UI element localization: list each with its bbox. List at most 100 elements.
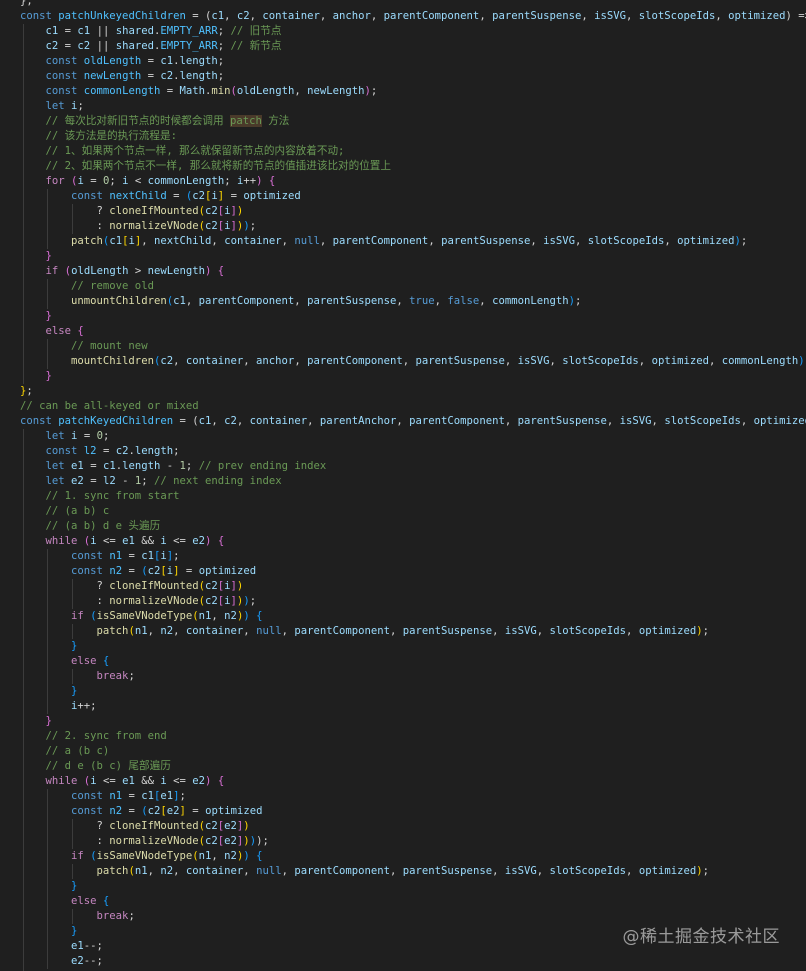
code-token: , — [504, 355, 518, 367]
code-token: const — [45, 85, 78, 97]
code-token: = — [160, 85, 180, 97]
code-token: parentSuspense — [492, 10, 582, 22]
code-token: - — [115, 475, 135, 487]
code-token: , — [536, 865, 550, 877]
code-token: c2 — [77, 40, 91, 52]
code-token: = — [83, 475, 103, 487]
code-token: ) — [243, 820, 250, 832]
code-line: break; — [0, 669, 806, 684]
code-token: = — [58, 40, 78, 52]
code-token: optimized — [638, 865, 697, 877]
code-token: , — [626, 10, 639, 22]
code-token: // 2、如果两个节点不一样, 那么就将新的节点的值插进该比对的位置上 — [45, 160, 391, 172]
code-token: // (a b) d e 头遍历 — [45, 520, 161, 532]
code-token: else — [71, 655, 97, 667]
code-token: , — [243, 865, 257, 877]
code-token: ? — [20, 820, 110, 832]
code-token: // can be all-keyed or mixed — [20, 400, 199, 412]
code-token: normalizeVNode — [109, 595, 199, 607]
code-token: , — [319, 10, 333, 22]
code-token: , — [708, 355, 722, 367]
code-token: , — [479, 10, 493, 22]
code-token: : — [20, 835, 110, 847]
code-line: // 1. sync from start — [0, 489, 806, 504]
code-token: const — [20, 10, 52, 22]
code-token: // a (b c) — [45, 745, 110, 757]
code-token: c2 — [160, 355, 174, 367]
code-token: shared — [115, 25, 154, 37]
code-token: { — [249, 610, 263, 622]
code-token: { — [96, 895, 110, 907]
code-token: while — [45, 535, 78, 547]
code-token: while — [45, 775, 78, 787]
code-token: const — [71, 550, 103, 562]
code-token: container — [224, 235, 282, 247]
code-line: const patchUnkeyedChildren = (c1, c2, co… — [0, 9, 806, 24]
code-token: c1 — [211, 10, 225, 22]
code-line: const commonLength = Math.min(oldLength,… — [0, 84, 806, 99]
code-token: ; — [217, 25, 231, 37]
code-line: const nextChild = (c2[i] = optimized — [0, 189, 806, 204]
code-token: , — [504, 415, 518, 427]
code-token: , — [294, 85, 308, 97]
code-token: e2 — [224, 835, 237, 847]
code-token: , — [492, 625, 505, 637]
code-line: mountChildren(c2, container, anchor, par… — [0, 354, 806, 369]
code-token: ; — [249, 220, 257, 232]
code-token: } — [45, 310, 52, 322]
code-token: , — [236, 415, 250, 427]
code-token: ; — [141, 475, 155, 487]
code-token: e2 — [192, 535, 206, 547]
code-token: c2 — [204, 595, 218, 607]
code-line: patch(c1[i], nextChild, container, null,… — [0, 234, 806, 249]
code-token: <= — [166, 775, 193, 787]
code-token: const — [71, 805, 103, 817]
code-token: let — [45, 460, 65, 472]
code-token: optimized — [205, 805, 263, 817]
code-token: ; — [173, 550, 180, 562]
code-line: c2 = c2 || shared.EMPTY_ARR; // 新节点 — [0, 39, 806, 54]
code-token: for — [45, 175, 65, 187]
code-line: else { — [0, 654, 806, 669]
code-token: c2 — [204, 205, 218, 217]
code-line: : normalizeVNode(c2[i])); — [0, 219, 806, 234]
code-line: for (i = 0; i < commonLength; i++) { — [0, 174, 806, 189]
code-token: ; — [26, 0, 33, 7]
code-token: optimized — [243, 190, 301, 202]
code-token: e2 — [71, 475, 84, 487]
code-token: , — [281, 235, 295, 247]
code-token: = — [122, 805, 142, 817]
code-token: length — [179, 55, 218, 67]
code-token: break — [96, 670, 129, 682]
code-token: ) => { — [785, 10, 806, 22]
code-token: , — [307, 415, 320, 427]
code-line: const n1 = c1[e1]; — [0, 789, 806, 804]
code-token: l2 — [102, 475, 116, 487]
code-token: let — [45, 100, 65, 112]
code-editor[interactable]: }; const patchUnkeyedChildren = (c1, c2, … — [0, 0, 806, 971]
code-token: unmountChildren — [71, 295, 167, 307]
code-token: cloneIfMounted — [109, 820, 199, 832]
code-token: // mount new — [71, 340, 148, 352]
code-line: ? cloneIfMounted(c2[i]) — [0, 579, 806, 594]
code-token: // 1. sync from start — [45, 490, 180, 502]
code-token: // d e (b c) 尾部遍历 — [45, 760, 171, 772]
code-token: , — [281, 865, 295, 877]
code-token: patch — [96, 865, 129, 877]
code-token: ; — [224, 175, 237, 187]
code-token: c1 — [77, 25, 91, 37]
code-token: const — [71, 565, 103, 577]
code-token: patch — [229, 115, 262, 127]
code-token: patchUnkeyedChildren — [58, 10, 186, 22]
code-token: l2 — [83, 445, 97, 457]
code-token: , — [434, 295, 448, 307]
